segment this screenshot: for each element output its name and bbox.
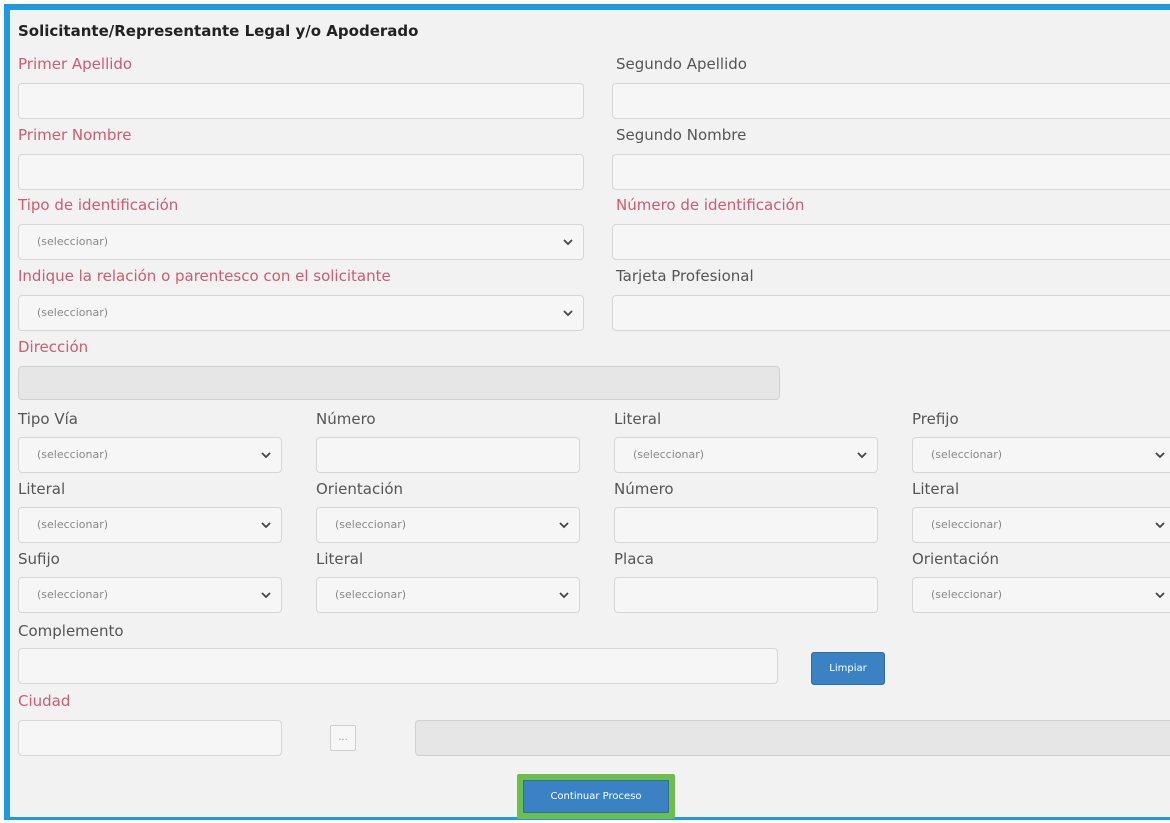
label-placa: Placa — [614, 550, 654, 568]
label-segundo-apellido: Segundo Apellido — [616, 55, 747, 73]
primer-apellido-input[interactable] — [18, 83, 584, 119]
tipo-identificacion-select[interactable]: (seleccionar) — [18, 224, 584, 260]
chevron-down-icon — [1155, 592, 1165, 599]
numero-1-input[interactable] — [316, 437, 580, 473]
select-value: (seleccionar) — [931, 448, 1003, 461]
literal-1-select[interactable]: (seleccionar) — [614, 437, 878, 473]
prefijo-select[interactable]: (seleccionar) — [912, 437, 1170, 473]
chevron-down-icon — [261, 522, 271, 529]
section-title: Solicitante/Representante Legal y/o Apod… — [18, 22, 419, 40]
chevron-down-icon — [261, 592, 271, 599]
chevron-down-icon — [559, 522, 569, 529]
select-value: (seleccionar) — [37, 235, 109, 248]
primer-nombre-input[interactable] — [18, 154, 584, 190]
select-value: (seleccionar) — [335, 588, 407, 601]
ciudad-name-input[interactable] — [415, 720, 1170, 756]
numero-2-input[interactable] — [614, 507, 878, 543]
chevron-down-icon — [261, 452, 271, 459]
form-panel: Solicitante/Representante Legal y/o Apod… — [4, 4, 1170, 820]
segundo-nombre-input[interactable] — [612, 154, 1170, 190]
placa-input[interactable] — [614, 577, 878, 613]
label-direccion: Dirección — [18, 338, 89, 356]
select-value: (seleccionar) — [633, 448, 705, 461]
label-orientacion-1: Orientación — [316, 480, 404, 498]
orientacion-1-select[interactable]: (seleccionar) — [316, 507, 580, 543]
label-literal-4: Literal — [316, 550, 364, 568]
label-segundo-nombre: Segundo Nombre — [616, 126, 747, 144]
select-value: (seleccionar) — [37, 588, 109, 601]
sufijo-select[interactable]: (seleccionar) — [18, 577, 282, 613]
chevron-down-icon — [1155, 522, 1165, 529]
select-value: (seleccionar) — [931, 518, 1003, 531]
label-ciudad: Ciudad — [18, 692, 71, 710]
complemento-input[interactable] — [18, 648, 778, 684]
literal-4-select[interactable]: (seleccionar) — [316, 577, 580, 613]
label-numero-identificacion: Número de identificación — [616, 196, 805, 214]
label-tarjeta-profesional: Tarjeta Profesional — [616, 267, 754, 285]
label-primer-apellido: Primer Apellido — [18, 55, 133, 73]
ciudad-code-input[interactable] — [18, 720, 282, 756]
label-literal-2: Literal — [18, 480, 66, 498]
label-numero-1: Número — [316, 410, 376, 428]
select-value: (seleccionar) — [37, 448, 109, 461]
ciudad-lookup-button[interactable]: ... — [330, 725, 356, 751]
chevron-down-icon — [1155, 452, 1165, 459]
select-value: (seleccionar) — [931, 588, 1003, 601]
numero-identificacion-input[interactable] — [612, 224, 1170, 260]
select-value: (seleccionar) — [335, 518, 407, 531]
label-prefijo: Prefijo — [912, 410, 959, 428]
continuar-highlight: Continuar Proceso — [517, 774, 675, 819]
literal-3-select[interactable]: (seleccionar) — [912, 507, 1170, 543]
relacion-select[interactable]: (seleccionar) — [18, 295, 584, 331]
segundo-apellido-input[interactable] — [612, 83, 1170, 119]
literal-2-select[interactable]: (seleccionar) — [18, 507, 282, 543]
label-primer-nombre: Primer Nombre — [18, 126, 132, 144]
tipo-via-select[interactable]: (seleccionar) — [18, 437, 282, 473]
chevron-down-icon — [563, 310, 573, 317]
select-value: (seleccionar) — [37, 306, 109, 319]
label-relacion: Indique la relación o parentesco con el … — [18, 267, 391, 285]
label-numero-2: Número — [614, 480, 674, 498]
label-sufijo: Sufijo — [18, 550, 60, 568]
label-orientacion-2: Orientación — [912, 550, 1000, 568]
label-complemento: Complemento — [18, 622, 124, 640]
label-literal-1: Literal — [614, 410, 662, 428]
chevron-down-icon — [559, 592, 569, 599]
tarjeta-profesional-input[interactable] — [612, 295, 1170, 331]
label-literal-3: Literal — [912, 480, 960, 498]
chevron-down-icon — [857, 452, 867, 459]
chevron-down-icon — [563, 239, 573, 246]
limpiar-button[interactable]: Limpiar — [811, 652, 885, 685]
orientacion-2-select[interactable]: (seleccionar) — [912, 577, 1170, 613]
label-tipo-identificacion: Tipo de identificación — [18, 196, 179, 214]
continuar-proceso-button[interactable]: Continuar Proceso — [523, 780, 669, 813]
select-value: (seleccionar) — [37, 518, 109, 531]
direccion-input[interactable] — [18, 366, 780, 400]
label-tipo-via: Tipo Vía — [18, 410, 78, 428]
